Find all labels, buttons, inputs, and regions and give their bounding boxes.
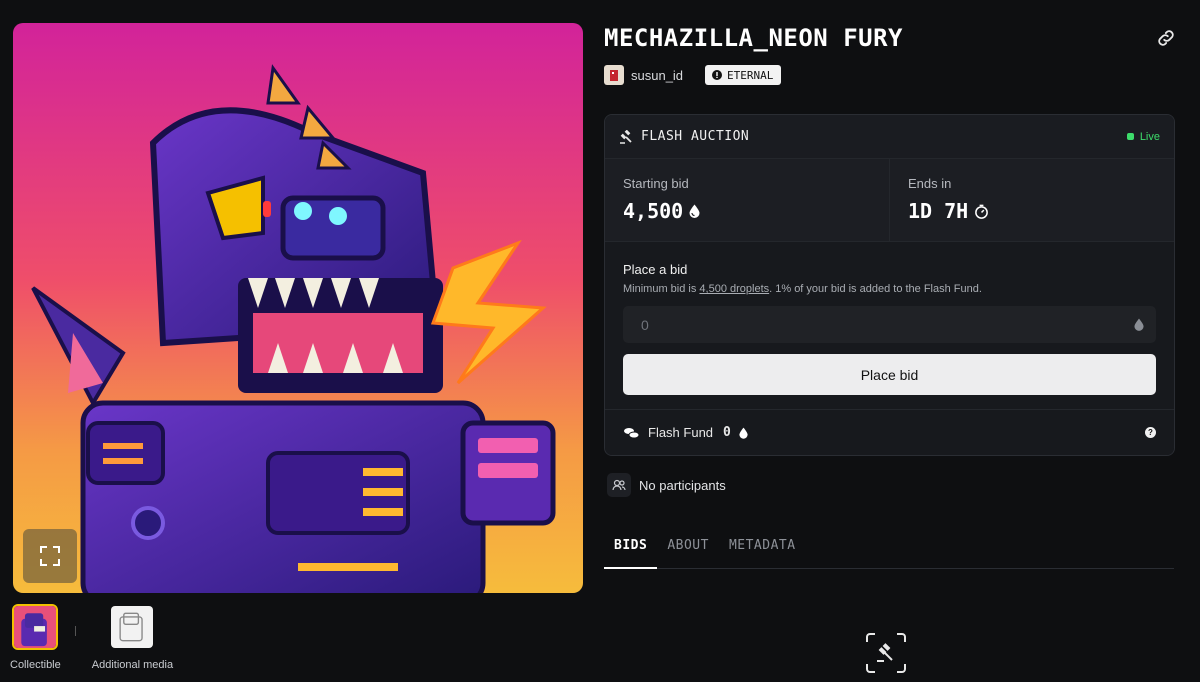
live-dot-icon bbox=[1126, 133, 1134, 140]
ends-in-stat: Ends in 1D 7H bbox=[889, 159, 1174, 241]
stopwatch-icon bbox=[975, 204, 989, 219]
coins-icon bbox=[624, 427, 640, 438]
ends-in-value: 1D 7H bbox=[908, 199, 969, 223]
min-bid-amount: 4,500 droplets bbox=[699, 283, 770, 295]
help-icon[interactable]: ? bbox=[1145, 427, 1156, 438]
thumbnail-collectible[interactable]: Collectible bbox=[10, 604, 61, 671]
copy-link-button[interactable] bbox=[1155, 27, 1177, 49]
artwork-image[interactable] bbox=[13, 23, 583, 593]
droplet-icon bbox=[689, 204, 700, 218]
participants-row: No participants bbox=[607, 473, 726, 497]
thumbnail-image bbox=[12, 604, 59, 650]
flash-fund-value: 0 bbox=[723, 425, 731, 440]
place-bid-button[interactable]: Place bid bbox=[623, 354, 1156, 395]
starting-bid-value: 4,500 bbox=[623, 199, 684, 223]
link-icon bbox=[1158, 30, 1174, 46]
min-bid-prefix: Minimum bid is bbox=[623, 283, 700, 295]
place-bid-section: Place a bid Minimum bid is 4,500 droplet… bbox=[605, 242, 1174, 395]
avatar[interactable] bbox=[604, 65, 624, 85]
starting-bid-stat: Starting bid 4,500 bbox=[605, 159, 889, 241]
gavel-icon bbox=[620, 129, 632, 144]
live-status-label: Live bbox=[1139, 130, 1160, 143]
page: Collectible Additional media MECHAZILLA_… bbox=[0, 0, 1200, 682]
bid-input-placeholder: 0 bbox=[641, 316, 649, 333]
thumbnail-image bbox=[109, 604, 155, 650]
thumbnail-additional-media[interactable]: Additional media bbox=[92, 604, 173, 671]
empty-bids-gavel-icon bbox=[866, 633, 906, 673]
auction-card: FLASH AUCTION Live Starting bid 4,500 En… bbox=[604, 114, 1175, 456]
creator-avatar-icon bbox=[610, 70, 618, 81]
droplet-icon bbox=[1134, 318, 1144, 331]
page-title: MECHAZILLA_NEON FURY bbox=[604, 24, 903, 52]
participants-text: No participants bbox=[639, 477, 726, 493]
starting-bid-label: Starting bid bbox=[623, 176, 689, 191]
fullscreen-button[interactable] bbox=[23, 529, 77, 583]
min-bid-note: Minimum bid is 4,500 droplets. 1% of you… bbox=[623, 283, 1156, 295]
auction-stats: Starting bid 4,500 Ends in 1D 7H bbox=[605, 158, 1174, 242]
tab-bids[interactable]: BIDS bbox=[604, 538, 658, 569]
thumbnail-caption: Collectible bbox=[10, 659, 61, 671]
flash-fund-row: Flash Fund 0 ? bbox=[605, 409, 1174, 455]
info-icon bbox=[712, 70, 723, 80]
flash-fund-label: Flash Fund bbox=[648, 425, 714, 440]
creator-name-link[interactable]: susun_id bbox=[631, 68, 683, 83]
droplet-icon bbox=[739, 427, 748, 439]
tab-about[interactable]: ABOUT bbox=[657, 538, 719, 569]
thumbnail-caption: Additional media bbox=[91, 659, 174, 671]
participants-icon bbox=[607, 473, 631, 497]
expand-icon bbox=[40, 546, 60, 566]
auction-header: FLASH AUCTION Live bbox=[605, 115, 1174, 158]
live-status: Live bbox=[1126, 130, 1160, 143]
place-bid-heading: Place a bid bbox=[623, 262, 688, 277]
tab-metadata[interactable]: METADATA bbox=[719, 538, 806, 569]
auction-type-label: FLASH AUCTION bbox=[641, 129, 750, 144]
bid-amount-input[interactable]: 0 bbox=[623, 306, 1156, 343]
ends-in-label: Ends in bbox=[908, 176, 952, 191]
media-thumbnails: Collectible Additional media bbox=[10, 604, 173, 671]
min-bid-suffix: . 1% of your bid is added to the Flash F… bbox=[769, 283, 982, 295]
edition-badge-label: ETERNAL bbox=[727, 68, 774, 82]
thumbnail-divider bbox=[74, 626, 76, 636]
edition-badge: ETERNAL bbox=[705, 65, 782, 85]
detail-tabs: BIDS ABOUT METADATA bbox=[604, 538, 1174, 569]
creator-row: susun_id ETERNAL bbox=[604, 65, 782, 85]
mechazilla-artwork bbox=[13, 23, 583, 593]
